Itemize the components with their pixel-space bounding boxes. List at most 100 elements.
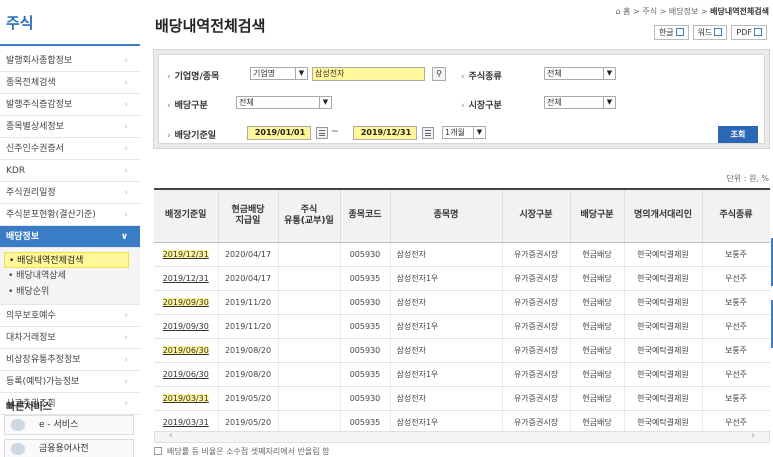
sidebar-item-label: 신주인수권증서 (6, 144, 64, 154)
scroll-right-icon[interactable]: › (751, 431, 755, 441)
hangul-label: 한글 (658, 28, 674, 37)
sidebar-item[interactable]: 비상장유통추정정보 › (0, 349, 140, 371)
record-date-link[interactable]: 2019/09/30 (154, 314, 219, 339)
breadcrumb: ⌂ 홈 > 주식 > 배당정보 > 배당내역전체검색 (616, 6, 769, 17)
horizontal-scrollbar[interactable]: ‹ › (154, 431, 770, 443)
record-date-link[interactable]: 2019/03/31 (154, 386, 219, 411)
chevron-down-icon: ▼ (295, 68, 307, 79)
pdf-download-button[interactable]: PDF (731, 25, 767, 40)
sidebar-subitem[interactable]: • 배당순위 (4, 284, 140, 300)
column-header: 주식 유통(교부)일 (278, 188, 341, 243)
period-select[interactable]: 1개월 ▼ (442, 126, 486, 139)
record-date-link[interactable]: 2019/06/30 (154, 338, 219, 363)
record-date-link[interactable]: 2019/12/31 (154, 242, 219, 267)
sidebar-item[interactable]: 종목전체검색 › (0, 72, 140, 94)
table-cell: 현금배당 (570, 314, 625, 339)
chevron-right-icon: › (124, 311, 128, 321)
calendar-icon[interactable] (422, 127, 434, 139)
table-cell: 2020/04/17 (218, 242, 279, 267)
table-cell: 유가증권시장 (502, 362, 571, 387)
table-cell: 삼성전자 (390, 242, 503, 267)
table-header-row: 배정기준일 현금배당 지급일 주식 유통(교부)일 종목코드 종목명 시장구분 배당구분 명의… (154, 188, 770, 243)
scroll-left-icon[interactable]: ‹ (169, 431, 173, 441)
record-date-text: 2019/09/30 (162, 297, 209, 307)
sidebar-item-label: 주식분포현황(결산기준) (6, 210, 96, 220)
home-icon[interactable]: ⌂ (616, 7, 621, 16)
table-cell: 005930 (340, 386, 391, 411)
sidebar-item[interactable]: 종목별상세정보 › (0, 116, 140, 138)
sidebar-item[interactable]: 주식권리일정 › (0, 182, 140, 204)
company-type-value: 기업명 (253, 69, 276, 78)
page: 주식 발행회사종합정보 › 종목전체검색 › 발행주식증감정보 › 종목별상세정보 › 신주인수… (0, 0, 773, 457)
footnote-text: 배당률 등 비율은 소수점 셋째자리에서 반올림 함 (167, 447, 330, 456)
results-table-wrapper[interactable]: 배정기준일 현금배당 지급일 주식 유통(교부)일 종목코드 종목명 시장구분 배당구분 명의… (154, 188, 770, 444)
table-cell: 2019/11/20 (218, 290, 279, 315)
table-row: 2019/03/31 2019/05/20 005930 삼성전자 유가증권시장 현금배당… (154, 386, 770, 411)
sidebar-item[interactable]: 대차거래정보 › (0, 327, 140, 349)
table-cell: 보통주 (702, 290, 770, 315)
table-cell: 우선주 (702, 266, 770, 291)
table-cell: 005930 (340, 242, 391, 267)
breadcrumb-item[interactable]: 주식 (642, 7, 657, 16)
chevron-right-icon: › (124, 144, 128, 154)
table-cell (278, 338, 341, 363)
sidebar-item[interactable]: 발행회사종합정보 › (0, 50, 140, 72)
sidebar-subitem[interactable]: • 배당내역상세 (4, 268, 140, 284)
sidebar-item[interactable]: 배당정보 ∨ (0, 226, 140, 248)
table-cell: 삼성전자 (390, 386, 503, 411)
sidebar-item[interactable]: 등록(예탁)가능정보 › (0, 371, 140, 393)
record-date-text: 2019/03/31 (162, 393, 209, 403)
table-row: 2019/06/30 2019/08/20 005935 삼성전자1우 유가증권시장 현금… (154, 362, 770, 387)
table-cell: 보통주 (702, 386, 770, 411)
table-cell: 우선주 (702, 314, 770, 339)
breadcrumb-separator: > (700, 7, 708, 16)
quick-item-label: e - 서비스 (39, 420, 79, 430)
table-cell: 우선주 (702, 362, 770, 387)
record-date-link[interactable]: 2019/09/30 (154, 290, 219, 315)
table-cell: 2019/08/20 (218, 338, 279, 363)
search-icon[interactable]: ⚲ (432, 67, 446, 81)
breadcrumb-item[interactable]: 배당정보 (669, 7, 698, 16)
hwp-icon (675, 28, 684, 36)
market-label: 시장구분 (461, 98, 502, 111)
chevron-right-icon: › (124, 399, 128, 409)
dividend-type-select[interactable]: 전체 ▼ (236, 96, 332, 109)
quick-item-e-service[interactable]: e - 서비스 (4, 415, 134, 435)
sidebar-subitem[interactable]: • 배당내역전체검색 (4, 252, 129, 268)
table-cell: 유가증권시장 (502, 290, 571, 315)
sidebar-item[interactable]: 의무보호예수 › (0, 305, 140, 327)
company-label: 기업명/종목 (167, 69, 220, 82)
globe-icon (11, 419, 25, 431)
quick-item-glossary[interactable]: 금융용어사전 (4, 439, 134, 457)
market-select[interactable]: 전체 ▼ (544, 96, 616, 109)
calendar-icon[interactable] (316, 127, 328, 139)
sidebar-item[interactable]: KDR › (0, 160, 140, 182)
company-type-select[interactable]: 기업명 ▼ (250, 67, 308, 80)
chevron-right-icon: › (124, 78, 128, 88)
date-from-input[interactable]: 2019/01/01 (247, 126, 311, 140)
note-icon (154, 447, 162, 455)
breadcrumb-item[interactable]: 홈 (623, 7, 630, 16)
chevron-right-icon: › (124, 377, 128, 387)
sidebar-item-label: 발행주식증감정보 (6, 100, 73, 110)
graduation-cap-icon (11, 443, 25, 455)
submit-button[interactable]: 조회 (718, 126, 758, 143)
table-cell: 보통주 (702, 338, 770, 363)
record-date-link[interactable]: 2019/06/30 (154, 362, 219, 387)
stock-type-select[interactable]: 전체 ▼ (544, 67, 616, 80)
column-header: 배당구분 (570, 188, 625, 243)
sidebar-item[interactable]: 주식분포현황(결산기준) › (0, 204, 140, 226)
record-date-text: 2019/12/31 (162, 273, 209, 283)
date-to-input[interactable]: 2019/12/31 (353, 126, 417, 140)
breadcrumb-separator: > (633, 7, 640, 16)
sidebar-item[interactable]: 발행주식증감정보 › (0, 94, 140, 116)
word-download-button[interactable]: 워드 (692, 25, 728, 40)
record-date-link[interactable]: 2019/12/31 (154, 266, 219, 291)
company-search-input[interactable]: 삼성전자 (312, 67, 425, 81)
sidebar-item-label: 배당정보 (6, 232, 40, 242)
sidebar-title-divider (0, 44, 140, 46)
sidebar-item[interactable]: 신주인수권증서 › (0, 138, 140, 160)
table-cell: 유가증권시장 (502, 314, 571, 339)
table-row: 2019/12/31 2020/04/17 005930 삼성전자 유가증권시장 현금배당… (154, 242, 770, 267)
hangul-download-button[interactable]: 한글 (653, 25, 689, 40)
